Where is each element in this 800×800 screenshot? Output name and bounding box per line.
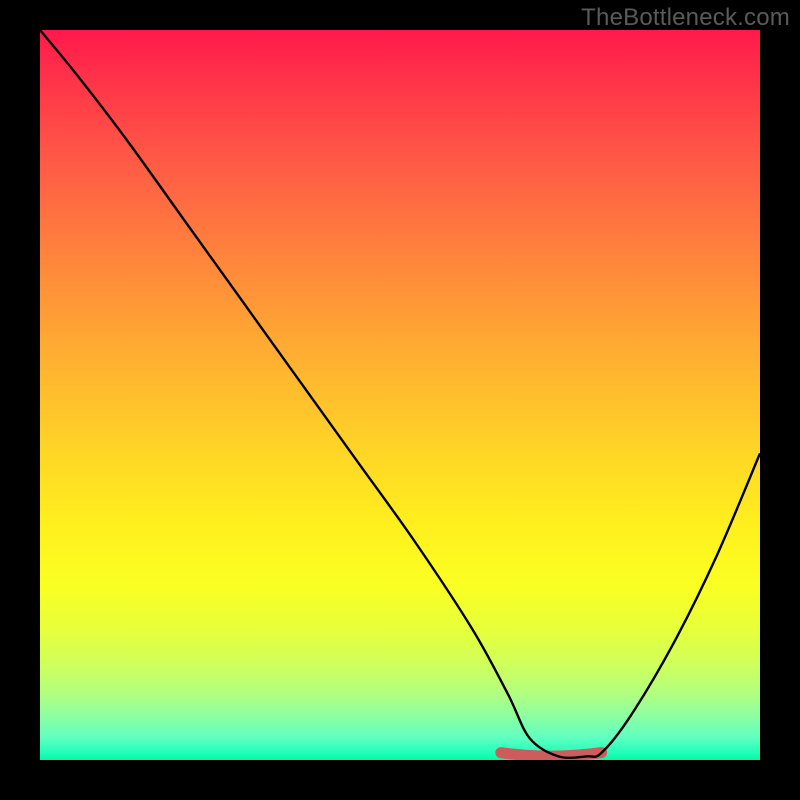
- chart-canvas: TheBottleneck.com: [0, 0, 800, 800]
- bottleneck-curve: [40, 30, 760, 758]
- watermark-text: TheBottleneck.com: [581, 4, 790, 32]
- plot-area: [40, 30, 760, 760]
- chart-svg: [40, 30, 760, 760]
